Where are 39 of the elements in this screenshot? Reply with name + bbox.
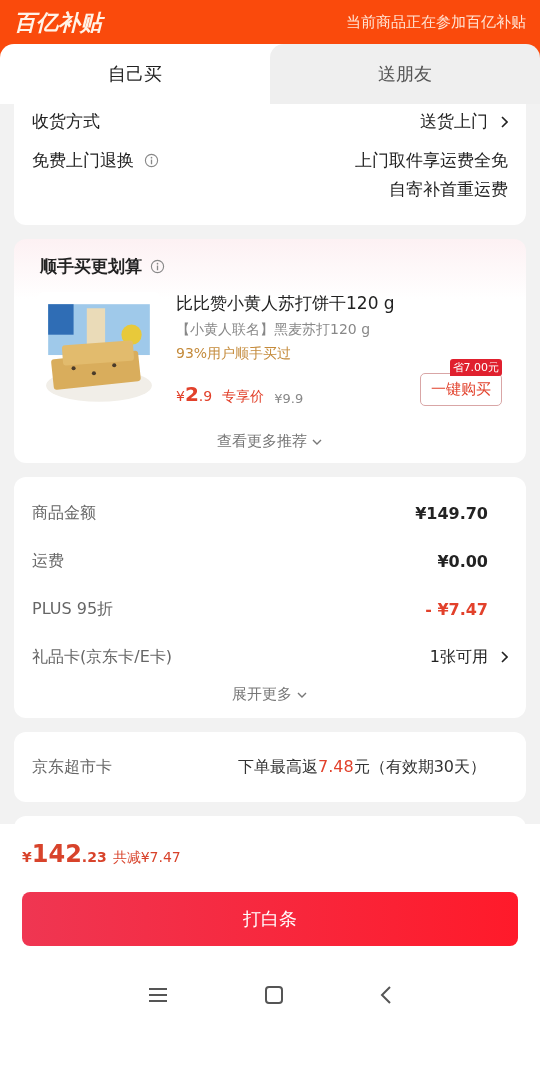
tab[interactable]: 送朋友 <box>270 44 540 104</box>
product-subtitle: 【小黄人联名】黑麦苏打120 g <box>176 321 372 339</box>
expand-link[interactable]: 展开更多 <box>232 685 292 704</box>
back-icon[interactable] <box>379 984 393 1006</box>
row-label: 免费上门退换 <box>32 149 134 172</box>
buy-button[interactable]: 一键购买 <box>420 373 502 406</box>
original-price: ¥9.9 <box>274 391 304 406</box>
row-label: 京东超市卡 <box>32 756 113 778</box>
row-value: ¥149.70 <box>415 503 488 523</box>
chevron-down-icon[interactable] <box>311 437 323 446</box>
row-label: 礼品卡(京东卡/E卡) <box>32 646 173 668</box>
cashback-info: 下单最高返7.48元（有效期30天） <box>238 756 487 778</box>
product-name: 比比赞小黄人苏打饼干120 g <box>176 292 396 315</box>
chevron-right-icon[interactable] <box>500 115 508 129</box>
saving-total: 共减¥7.47 <box>112 849 181 867</box>
row-value[interactable]: 1张可用 <box>429 646 488 668</box>
pay-button[interactable]: 打白条 <box>22 892 518 946</box>
total-price: ¥142.23 <box>22 840 107 868</box>
row-value: 送货上门 <box>420 110 488 133</box>
row-value: 自寄补首重运费 <box>389 178 508 201</box>
sale-price: ¥2.9 <box>176 382 213 406</box>
promo-notice: 当前商品正在参加百亿补贴 <box>346 12 526 32</box>
savings-badge: 省7.00元 <box>449 359 502 376</box>
row-label: PLUS 95折 <box>32 598 115 620</box>
info-icon[interactable] <box>144 153 159 168</box>
price-label: 专享价 <box>222 388 265 406</box>
more-link[interactable]: 查看更多推荐 <box>217 432 307 451</box>
row-value: 上门取件享运费全免 <box>355 149 508 172</box>
row-value: - ¥7.47 <box>425 599 488 619</box>
section-title: 顺手买更划算 <box>40 255 142 278</box>
chevron-right-icon[interactable] <box>500 650 508 664</box>
row-label: 商品金额 <box>32 502 97 524</box>
chevron-down-icon[interactable] <box>296 690 308 699</box>
info-icon[interactable] <box>150 259 165 274</box>
row-value: ¥0.00 <box>437 551 488 571</box>
row-label: 收货方式 <box>32 110 100 133</box>
purchase-stat: 93%用户顺手买过 <box>176 345 293 363</box>
row-label: 运费 <box>32 550 65 572</box>
home-icon[interactable] <box>263 984 285 1006</box>
